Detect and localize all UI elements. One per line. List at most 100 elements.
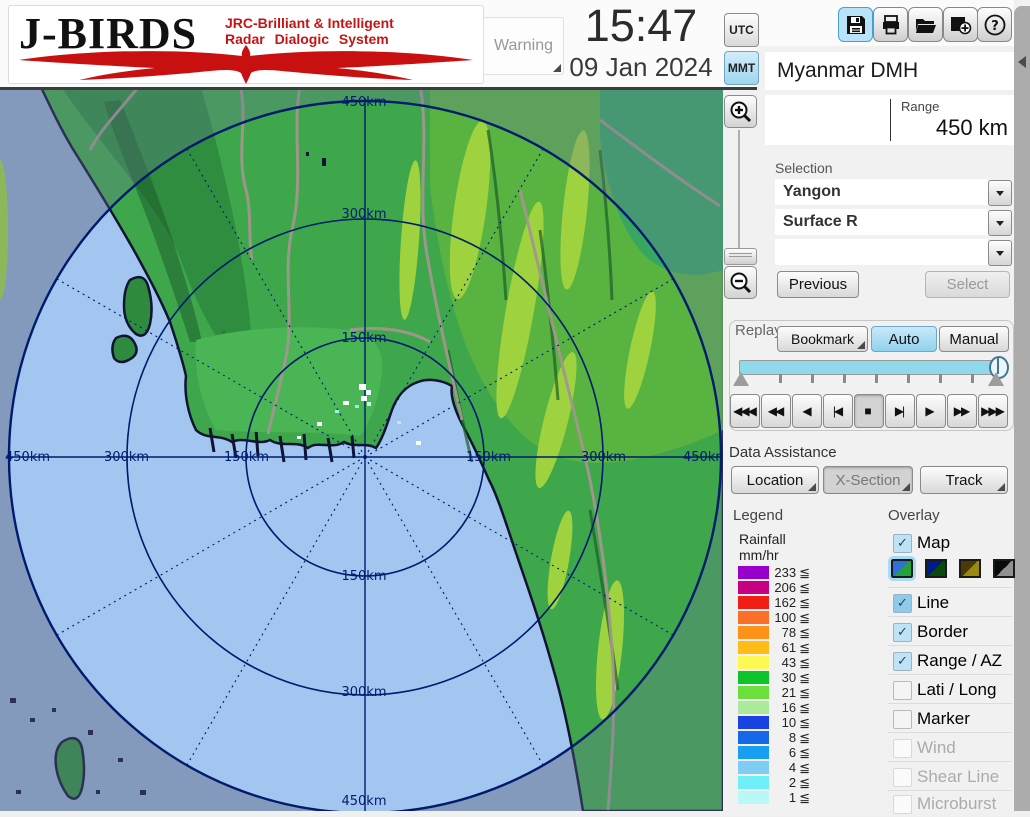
skip-end-button[interactable]: ▶| — [885, 394, 915, 428]
rewind-fastest-button[interactable]: ◀◀◀ — [730, 394, 760, 428]
chevron-down-icon — [996, 191, 1004, 196]
overlay-item-lati-long[interactable]: Lati / Long — [888, 679, 1012, 703]
overlay-item-label: Range / AZ — [917, 651, 1002, 671]
checkbox-unchecked-icon[interactable] — [893, 710, 912, 729]
dropdown-site-button[interactable] — [988, 180, 1012, 206]
zoom-slider-track[interactable] — [738, 130, 740, 248]
legend-value: 61≦ — [766, 640, 810, 656]
replay-progress-bar[interactable] — [739, 360, 1007, 375]
print-button[interactable] — [873, 7, 908, 42]
zoom-in-button[interactable] — [724, 95, 757, 128]
xsection-button[interactable]: X-Section — [823, 466, 913, 494]
open-folder-button[interactable] — [908, 7, 943, 42]
divider — [888, 732, 1012, 733]
manual-button[interactable]: Manual — [939, 326, 1009, 352]
previous-button[interactable]: Previous — [777, 271, 859, 298]
forward-fastest-button[interactable]: ▶▶▶ — [978, 394, 1008, 428]
zoom-out-button[interactable] — [724, 266, 757, 299]
overlay-item-microburst[interactable]: Microburst — [888, 793, 1012, 817]
overlay-item-border[interactable]: ✓ Border — [888, 621, 1012, 645]
overlay-item-marker[interactable]: Marker — [888, 708, 1012, 732]
select-button[interactable]: Select — [925, 271, 1010, 298]
overlay-item-label: Map — [917, 533, 950, 553]
help-icon: ? — [983, 13, 1007, 37]
zoom-in-icon — [729, 100, 753, 124]
help-button[interactable]: ? — [977, 7, 1012, 42]
legend-swatch — [738, 686, 769, 699]
divider — [888, 703, 1012, 704]
map-style-swatch-2[interactable] — [925, 559, 947, 578]
mmt-button[interactable]: MMT — [724, 51, 759, 85]
dropdown-site[interactable]: Yangon — [775, 179, 1012, 205]
checkbox-checked-icon[interactable]: ✓ — [893, 594, 912, 613]
map-style-swatch-3[interactable] — [959, 559, 981, 578]
dropdown-extra-button[interactable] — [988, 240, 1012, 266]
svg-text:150km: 150km — [341, 569, 386, 584]
svg-text:450km: 450km — [341, 794, 386, 809]
track-button-label: Track — [946, 472, 983, 489]
slider-tick — [939, 374, 942, 383]
rewind-fast-button[interactable]: ◀◀ — [761, 394, 791, 428]
corner-triangle-icon — [997, 483, 1005, 491]
add-image-button[interactable] — [943, 7, 978, 42]
overlay-item-map[interactable]: ✓ Map — [888, 532, 1012, 556]
overlay-item-line[interactable]: ✓ Line — [888, 592, 1012, 616]
save-button[interactable] — [838, 7, 873, 42]
island-cheduba — [112, 336, 136, 362]
location-button[interactable]: Location — [731, 466, 819, 494]
panel-collapse-strip[interactable] — [1014, 6, 1030, 811]
slider-tick — [779, 374, 782, 383]
legend-swatch — [738, 716, 769, 729]
range-end-marker[interactable] — [988, 372, 1004, 386]
print-icon — [880, 14, 902, 36]
svg-text:300km: 300km — [104, 450, 149, 465]
overlay-item-range-az[interactable]: ✓ Range / AZ — [888, 650, 1012, 674]
map-style-swatch-1[interactable] — [891, 559, 913, 578]
checkbox-disabled-icon — [893, 795, 912, 814]
checkbox-unchecked-icon[interactable] — [893, 681, 912, 700]
dropdown-product-button[interactable] — [988, 210, 1012, 236]
legend-title: Legend — [733, 507, 783, 524]
forward-fast-button[interactable]: ▶▶ — [947, 394, 977, 428]
collapse-arrow-icon[interactable] — [1018, 56, 1026, 68]
checkbox-checked-icon[interactable]: ✓ — [893, 623, 912, 642]
play-button[interactable]: ▶ — [916, 394, 946, 428]
legend-swatch — [738, 656, 769, 669]
legend-swatch — [738, 566, 769, 579]
legend-value: 16≦ — [766, 700, 810, 716]
range-start-marker[interactable] — [733, 372, 749, 386]
overlay-item-shear-line[interactable]: Shear Line — [888, 766, 1012, 790]
checkbox-checked-icon[interactable]: ✓ — [893, 652, 912, 671]
dropdown-product-value: Surface R — [775, 209, 988, 235]
auto-button[interactable]: Auto — [871, 326, 937, 352]
svg-text:150km: 150km — [224, 450, 269, 465]
overlay-item-label: Lati / Long — [917, 680, 996, 700]
overlay-item-wind[interactable]: Wind — [888, 737, 1012, 761]
track-button[interactable]: Track — [920, 466, 1008, 494]
replay-label: Replay — [735, 322, 782, 339]
radar-map[interactable]: 450km 300km 150km 150km 300km 450km 450k… — [0, 90, 723, 811]
clock-date: 09 Jan 2024 — [545, 52, 737, 83]
header: J-BIRDS JRC-Brilliant & Intelligent Rada… — [0, 0, 757, 90]
legend-value: 4≦ — [766, 760, 810, 776]
stop-button[interactable]: ■ — [854, 394, 884, 428]
legend-value: 2≦ — [766, 775, 810, 791]
add-image-icon — [949, 13, 973, 37]
utc-button[interactable]: UTC — [724, 13, 759, 47]
corner-triangle-icon — [808, 483, 816, 491]
zoom-slider-handle[interactable] — [724, 248, 757, 265]
save-icon — [845, 14, 867, 36]
dropdown-product[interactable]: Surface R — [775, 209, 1012, 235]
svg-text:?: ? — [991, 19, 999, 34]
svg-text:150km: 150km — [341, 331, 386, 346]
bookmark-button[interactable]: Bookmark — [777, 326, 868, 352]
legend-swatch — [738, 626, 769, 639]
dropdown-extra[interactable] — [775, 239, 1012, 265]
legend-value: 162≦ — [766, 595, 810, 611]
overlay-title: Overlay — [888, 507, 940, 524]
legend-swatch — [738, 641, 769, 654]
checkbox-checked-icon[interactable]: ✓ — [893, 534, 912, 553]
step-back-button[interactable]: ◀ — [792, 394, 822, 428]
skip-start-button[interactable]: |◀ — [823, 394, 853, 428]
map-style-swatch-4[interactable] — [993, 559, 1015, 578]
